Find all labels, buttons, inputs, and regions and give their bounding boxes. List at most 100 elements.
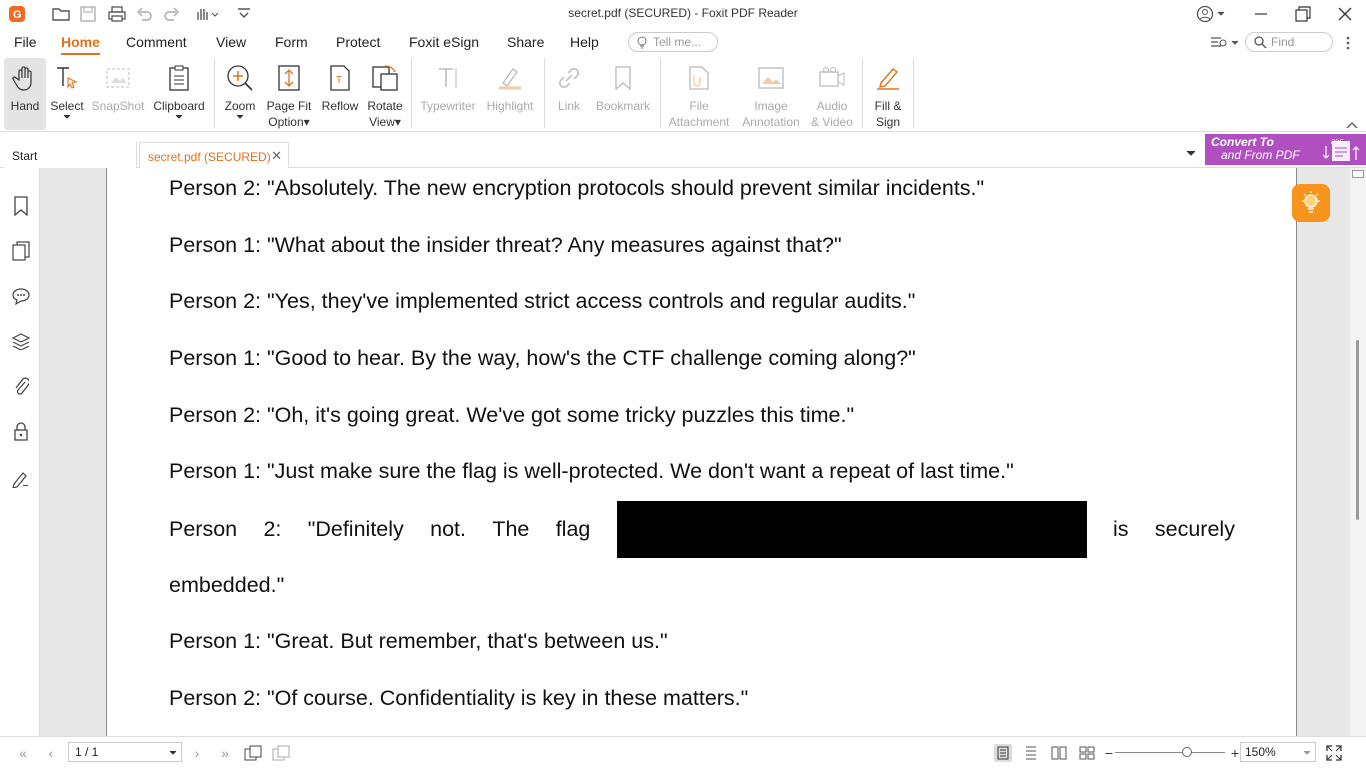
close-tab-icon[interactable]: ✕ <box>271 148 282 164</box>
vertical-scrollbar[interactable] <box>1350 168 1366 736</box>
convert-pdf-banner[interactable]: Convert To and From PDF PDF <box>1205 134 1366 165</box>
clipboard-button[interactable]: Clipboard <box>150 58 208 130</box>
ribbon-toolbar: Hand Select SnapShot Clipboard Zoom Page… <box>0 56 1366 132</box>
search-options-icon[interactable] <box>1210 34 1240 52</box>
audio-video-button[interactable]: Audio & Video <box>808 58 856 130</box>
continuous-facing-view-icon[interactable] <box>1078 744 1096 762</box>
find-input[interactable]: Find <box>1245 32 1333 52</box>
snapshot-button[interactable]: SnapShot <box>90 58 146 130</box>
bookmark-label: Bookmark <box>595 99 651 113</box>
single-page-view-icon[interactable] <box>994 744 1012 762</box>
rotate-label-1: Rotate <box>367 99 403 113</box>
pages-panel-icon[interactable] <box>11 241 31 261</box>
menu-file[interactable]: File <box>14 34 37 50</box>
next-page-icon[interactable]: › <box>188 744 206 762</box>
reflow-button[interactable]: T Reflow <box>318 58 362 130</box>
rotate-label-2: View▾ <box>369 115 401 129</box>
more-options-icon[interactable] <box>1345 34 1351 52</box>
fullscreen-icon[interactable] <box>1325 744 1343 762</box>
menu-foxit-esign[interactable]: Foxit eSign <box>409 34 479 50</box>
text-line: Person 2: "Of course. Confidentiality is… <box>169 686 749 710</box>
link-button[interactable]: Link <box>552 58 586 130</box>
word: not. <box>430 517 466 541</box>
highlight-button[interactable]: Highlight <box>482 58 538 130</box>
file-attachment-label-2: Attachment <box>668 115 730 129</box>
page-fit-label-2: Option▾ <box>268 115 310 129</box>
menu-help[interactable]: Help <box>570 34 599 50</box>
facing-view-icon[interactable] <box>1050 744 1068 762</box>
restore-button[interactable] <box>1283 4 1323 24</box>
tell-me-search[interactable]: Tell me... <box>628 32 718 52</box>
text-line: Person 1: "Good to hear. By the way, how… <box>169 346 916 370</box>
menu-protect[interactable]: Protect <box>336 34 380 50</box>
scroll-up-button[interactable] <box>1352 170 1364 178</box>
typewriter-button[interactable]: Typewriter <box>418 58 478 130</box>
zoom-level-value: 150% <box>1245 745 1276 759</box>
minimize-button[interactable] <box>1241 4 1281 24</box>
image-annotation-button[interactable]: Image Annotation <box>738 58 804 130</box>
word: "Definitely <box>307 517 404 541</box>
link-icon <box>556 58 582 98</box>
menu-form[interactable]: Form <box>275 34 308 50</box>
security-panel-icon[interactable] <box>11 421 31 441</box>
tab-start-label: Start <box>12 149 38 163</box>
tab-start[interactable]: Start <box>4 142 137 168</box>
rotate-view-button[interactable]: Rotate View▾ <box>364 58 406 130</box>
fill-sign-button[interactable]: Fill & Sign <box>868 58 908 130</box>
reflow-label: Reflow <box>321 99 359 113</box>
extract-pages-icon[interactable] <box>244 744 262 762</box>
text-line: Person 1: "Great. But remember, that's b… <box>169 629 668 653</box>
previous-page-icon[interactable]: ‹ <box>42 744 60 762</box>
image-annotation-icon <box>757 58 785 98</box>
menu-home[interactable]: Home <box>61 34 100 55</box>
image-annotation-label-1: Image <box>754 99 788 113</box>
highlight-label: Highlight <box>486 99 534 113</box>
zoom-level-select[interactable]: 150% <box>1240 742 1316 762</box>
menu-share[interactable]: Share <box>507 34 544 50</box>
word: securely <box>1154 517 1235 541</box>
account-icon[interactable] <box>1196 5 1226 23</box>
search-icon <box>1254 36 1267 49</box>
page-number-input[interactable]: 1 / 1 <box>68 742 182 762</box>
select-tool-button[interactable]: Select <box>48 58 86 130</box>
document-view[interactable]: Person 2: "Absolutely. The new encryptio… <box>40 168 1350 736</box>
zoom-out-button[interactable]: − <box>1100 744 1118 762</box>
zoom-slider[interactable] <box>1115 747 1225 757</box>
document-tab-bar: Start secret.pdf (SECURED) ✕ <box>0 134 1366 168</box>
word: is <box>1113 517 1129 541</box>
ribbon-separator <box>913 58 914 128</box>
zoom-button[interactable]: Zoom <box>220 58 260 130</box>
chevron-down-icon <box>1303 750 1311 755</box>
page-fit-label-2-text: Option <box>268 115 304 129</box>
tab-list-dropdown-icon[interactable] <box>1186 144 1196 162</box>
menu-comment[interactable]: Comment <box>126 34 187 50</box>
attachments-panel-icon[interactable] <box>11 376 31 396</box>
menu-view[interactable]: View <box>216 34 246 50</box>
hand-tool-button[interactable]: Hand <box>4 58 46 130</box>
tab-secret-pdf[interactable]: secret.pdf (SECURED) ✕ <box>139 142 289 168</box>
page-fit-option-button[interactable]: Page Fit Option▾ <box>264 58 314 130</box>
pdf-page: Person 2: "Absolutely. The new encryptio… <box>106 168 1297 736</box>
first-page-icon[interactable]: « <box>14 744 32 762</box>
redacted-text-line: Person 2: "Definitely not. The flag is s… <box>169 501 1235 558</box>
last-page-icon[interactable]: » <box>216 744 234 762</box>
bookmark-button[interactable]: Bookmark <box>592 58 654 130</box>
continuous-view-icon[interactable] <box>1022 744 1040 762</box>
duplicate-pages-icon[interactable] <box>272 744 290 762</box>
signature-panel-icon[interactable] <box>11 468 31 488</box>
close-window-button[interactable] <box>1325 4 1365 24</box>
scrollbar-thumb[interactable] <box>1356 340 1359 520</box>
bookmarks-panel-icon[interactable] <box>11 196 31 216</box>
clipboard-icon <box>168 58 190 98</box>
collapse-ribbon-icon[interactable] <box>1346 116 1358 134</box>
text-line: Person 1: "Just make sure the flag is we… <box>169 459 1014 483</box>
tips-lightbulb-button[interactable] <box>1292 184 1330 222</box>
comments-panel-icon[interactable] <box>11 286 31 306</box>
ribbon-separator <box>411 58 412 128</box>
navigation-panel <box>0 168 48 736</box>
zoom-slider-knob[interactable] <box>1181 747 1192 757</box>
file-attachment-button[interactable]: File Attachment <box>666 58 732 130</box>
text-line: Person 1: "What about the insider threat… <box>169 233 842 257</box>
redaction-box <box>616 501 1087 558</box>
layers-panel-icon[interactable] <box>11 331 31 351</box>
